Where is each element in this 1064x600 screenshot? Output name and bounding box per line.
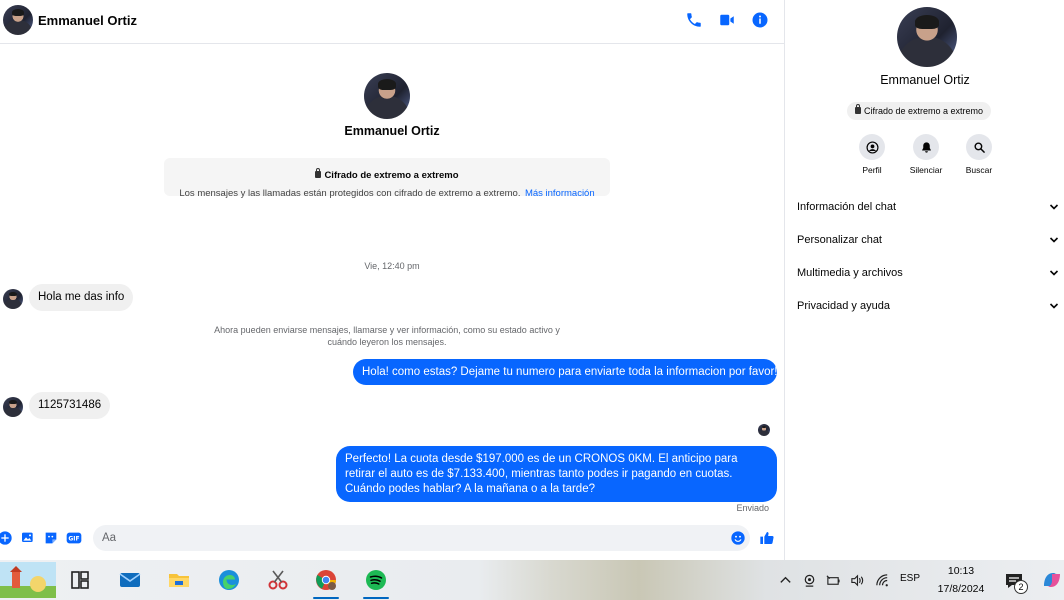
wifi-icon[interactable] bbox=[874, 572, 890, 588]
contact-avatar[interactable] bbox=[3, 5, 33, 35]
sent-status: Enviado bbox=[736, 503, 769, 513]
volume-icon[interactable] bbox=[849, 572, 865, 588]
profile-name: Emmanuel Ortiz bbox=[344, 124, 440, 138]
profile-icon bbox=[865, 140, 879, 154]
webcam-icon[interactable] bbox=[801, 572, 817, 588]
gif-icon[interactable]: GIF bbox=[66, 530, 82, 546]
search-action[interactable]: Buscar bbox=[952, 134, 1006, 175]
mute-action-button[interactable] bbox=[913, 134, 939, 160]
chevron-down-icon bbox=[1049, 204, 1059, 210]
mail-app-icon[interactable] bbox=[115, 566, 145, 594]
search-action-button[interactable] bbox=[966, 134, 992, 160]
section-chat-info[interactable]: Información del chat bbox=[797, 195, 1059, 219]
message-bubble-outgoing[interactable]: Perfecto! La cuota desde $197.000 es de … bbox=[336, 446, 777, 502]
chrome-browser-icon[interactable] bbox=[311, 566, 341, 599]
chat-panel: Emmanuel Ortiz Emmanuel Ortiz Cifrado de… bbox=[0, 0, 785, 560]
copilot-icon[interactable] bbox=[1040, 568, 1064, 592]
bell-icon bbox=[921, 141, 931, 153]
encryption-description: Los mensajes y las llamadas están proteg… bbox=[179, 188, 521, 199]
lock-icon bbox=[315, 168, 322, 178]
file-explorer-icon[interactable] bbox=[164, 566, 194, 594]
plus-circle-icon[interactable] bbox=[0, 530, 13, 546]
widgets-weather-icon[interactable] bbox=[0, 562, 56, 598]
task-view-icon[interactable] bbox=[65, 566, 95, 594]
section-media-files[interactable]: Multimedia y archivos bbox=[797, 261, 1059, 285]
encryption-title: Cifrado de extremo a extremo bbox=[324, 170, 459, 181]
video-call-icon[interactable] bbox=[718, 11, 736, 29]
thumbs-up-icon[interactable] bbox=[759, 530, 775, 546]
details-encryption-badge[interactable]: Cifrado de extremo a extremo bbox=[847, 102, 992, 120]
mute-action-label: Silenciar bbox=[909, 165, 943, 175]
message-bubble-incoming[interactable]: 1125731486 bbox=[29, 392, 111, 419]
details-contact-name: Emmanuel Ortiz bbox=[880, 73, 970, 87]
encryption-title-row: Cifrado de extremo a extremo bbox=[164, 165, 610, 183]
info-icon[interactable] bbox=[751, 11, 769, 29]
chevron-up-icon[interactable] bbox=[777, 572, 793, 588]
profile-action-label: Perfil bbox=[862, 165, 882, 175]
read-receipt-avatar bbox=[758, 424, 770, 436]
message-bubble-outgoing[interactable]: Hola! como estas? Dejame tu numero para … bbox=[353, 359, 778, 385]
profile-action[interactable]: Perfil bbox=[845, 134, 899, 175]
system-note: Ahora pueden enviarse mensajes, llamarse… bbox=[214, 325, 560, 347]
emoji-icon[interactable] bbox=[730, 530, 746, 546]
section-label: Personalizar chat bbox=[797, 234, 882, 246]
notification-count-badge: 2 bbox=[1014, 580, 1028, 594]
conversation-details-panel: Emmanuel Ortiz Cifrado de extremo a extr… bbox=[786, 0, 1064, 560]
lock-icon bbox=[855, 104, 861, 114]
mute-action[interactable]: Silenciar bbox=[899, 134, 953, 175]
contact-name[interactable]: Emmanuel Ortiz bbox=[38, 13, 137, 28]
search-icon bbox=[973, 141, 985, 153]
spotify-icon[interactable] bbox=[361, 566, 391, 599]
profile-avatar[interactable] bbox=[364, 73, 410, 119]
clock-date[interactable]: 17/8/2024 bbox=[930, 583, 992, 595]
section-customize-chat[interactable]: Personalizar chat bbox=[797, 228, 1059, 252]
image-icon[interactable] bbox=[20, 530, 36, 546]
snipping-tool-icon[interactable] bbox=[263, 566, 293, 594]
message-bubble-incoming[interactable]: Hola me das info bbox=[29, 284, 134, 311]
search-action-label: Buscar bbox=[965, 165, 993, 175]
chevron-down-icon bbox=[1049, 270, 1059, 276]
details-avatar[interactable] bbox=[897, 7, 957, 67]
edge-browser-icon[interactable] bbox=[214, 566, 244, 594]
section-label: Privacidad y ayuda bbox=[797, 300, 890, 312]
battery-plug-icon[interactable] bbox=[825, 572, 841, 588]
message-input[interactable] bbox=[93, 525, 750, 551]
phone-call-icon[interactable] bbox=[685, 11, 703, 29]
composer: GIF bbox=[0, 523, 784, 555]
sender-avatar[interactable] bbox=[3, 289, 23, 309]
encryption-notice: Cifrado de extremo a extremo Los mensaje… bbox=[164, 158, 610, 199]
details-encryption-label: Cifrado de extremo a extremo bbox=[864, 106, 984, 116]
sender-avatar[interactable] bbox=[3, 397, 23, 417]
sticker-icon[interactable] bbox=[43, 530, 59, 546]
section-privacy-help[interactable]: Privacidad y ayuda bbox=[797, 294, 1059, 318]
profile-action-button[interactable] bbox=[859, 134, 885, 160]
keyboard-language[interactable]: ESP bbox=[900, 573, 920, 584]
svg-text:GIF: GIF bbox=[68, 536, 79, 543]
chat-header: Emmanuel Ortiz bbox=[0, 0, 784, 44]
section-label: Multimedia y archivos bbox=[797, 267, 903, 279]
chevron-down-icon bbox=[1049, 303, 1059, 309]
section-label: Información del chat bbox=[797, 201, 897, 213]
chevron-down-icon bbox=[1049, 237, 1059, 243]
timestamp-divider: Vie, 12:40 pm bbox=[364, 261, 420, 271]
more-info-link[interactable]: Más información bbox=[525, 188, 595, 199]
clock-time[interactable]: 10:13 bbox=[930, 565, 992, 577]
